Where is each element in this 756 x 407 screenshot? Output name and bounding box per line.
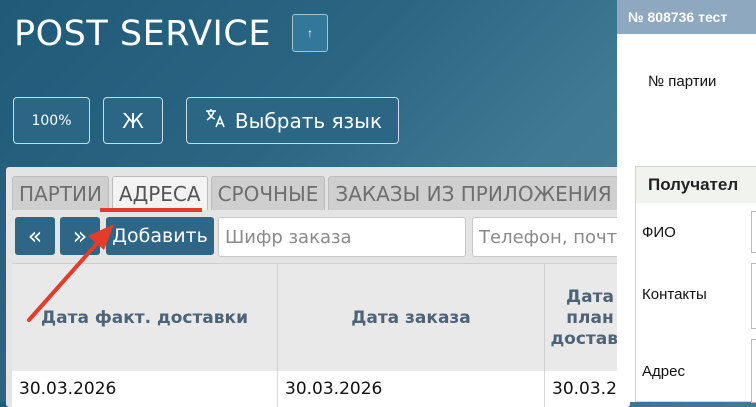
contacts-field[interactable] (751, 263, 756, 329)
batch-number-label: № партии (648, 73, 717, 90)
recipient-title: Получател (636, 167, 756, 203)
address-label: Адрес (642, 363, 685, 380)
fio-field[interactable] (751, 211, 756, 253)
order-side-panel: № 808736 тест № партии Получател ФИО Кон… (617, 0, 756, 403)
contacts-label: Контакты (642, 286, 707, 303)
address-field[interactable] (751, 339, 756, 403)
recipient-section: Получател ФИО Контакты Адрес (635, 166, 756, 403)
fio-label: ФИО (642, 224, 676, 241)
order-header: № 808736 тест (617, 0, 756, 34)
